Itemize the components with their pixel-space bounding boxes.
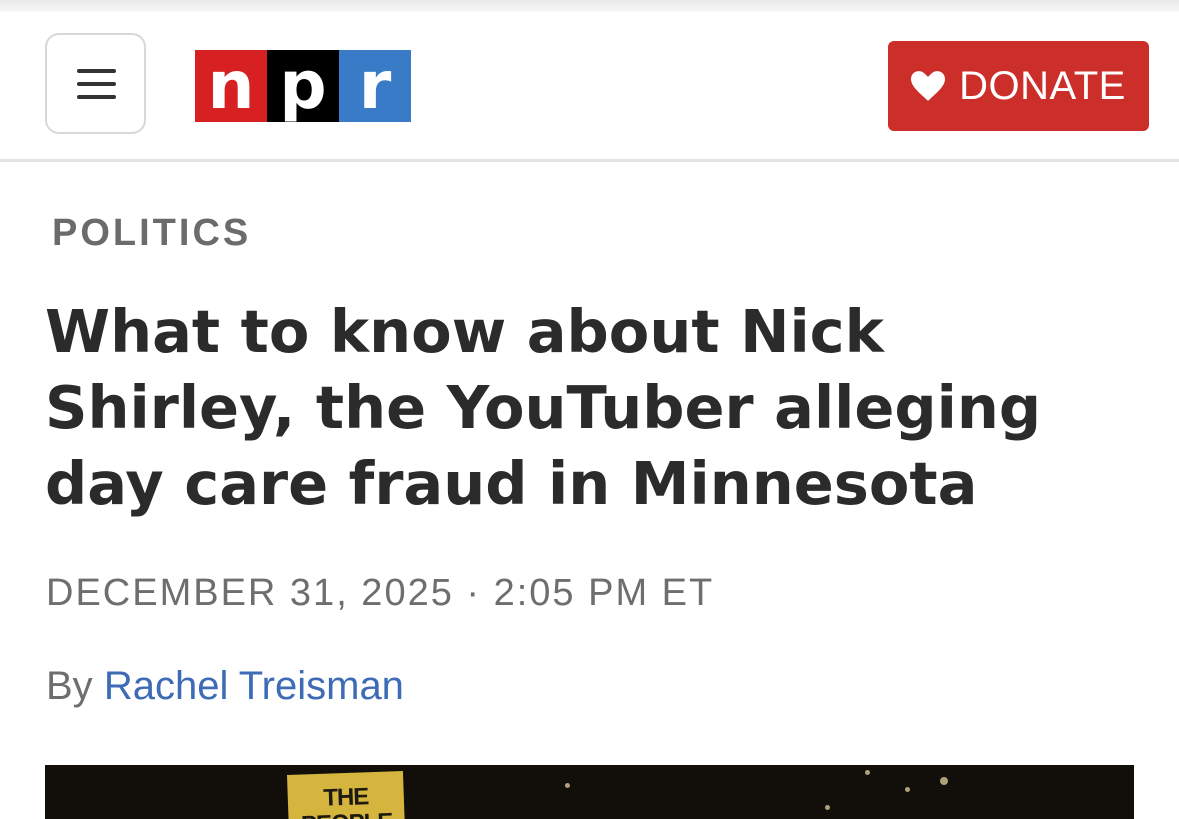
byline: By Rachel Treisman xyxy=(46,664,404,709)
author-link[interactable]: Rachel Treisman xyxy=(104,664,404,708)
npr-logo[interactable]: n p r xyxy=(195,50,411,122)
article-dateline: DECEMBER 31, 2025 · 2:05 PM ET xyxy=(46,572,715,614)
byline-prefix: By xyxy=(46,664,93,708)
logo-letter-r: r xyxy=(339,50,411,122)
protest-sign-text: THE PEOPLE xyxy=(301,783,393,819)
protest-sign: THE PEOPLE xyxy=(286,770,406,819)
logo-letter-n: n xyxy=(195,50,267,122)
article-headline: What to know about Nick Shirley, the You… xyxy=(45,297,1042,518)
donate-button[interactable]: DONATE xyxy=(888,41,1149,131)
section-label[interactable]: POLITICS xyxy=(52,212,251,255)
menu-button[interactable] xyxy=(45,33,146,134)
site-header: n p r DONATE xyxy=(0,12,1179,162)
logo-letter-p: p xyxy=(267,50,339,122)
donate-label: DONATE xyxy=(959,63,1126,108)
heart-icon xyxy=(911,71,946,101)
hero-image: THE PEOPLE xyxy=(45,765,1134,819)
top-strip xyxy=(0,0,1179,12)
